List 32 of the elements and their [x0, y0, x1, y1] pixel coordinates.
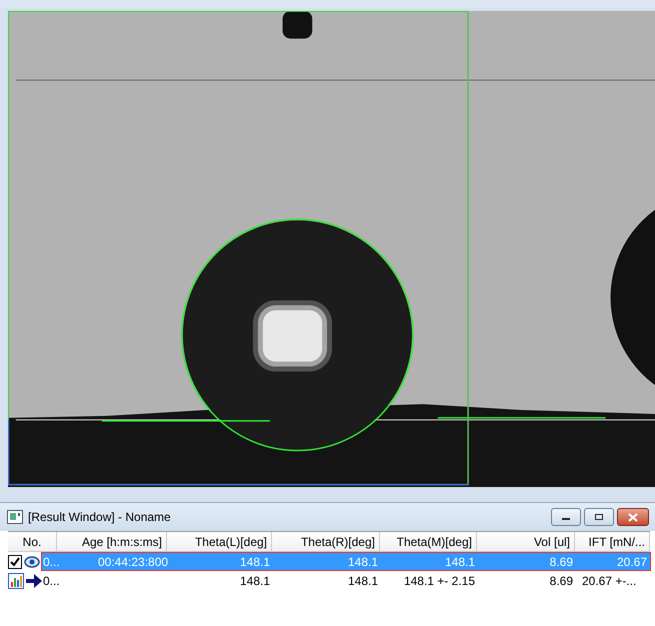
table-cell-text: 148.1 +- 2.15	[402, 574, 476, 588]
window-icon	[7, 510, 23, 524]
table-cell: 0...	[42, 574, 58, 588]
table-cell-text: 148.1	[238, 554, 271, 568]
column-header[interactable]: Theta(L)[deg]	[167, 532, 272, 552]
column-header[interactable]: Vol [ul]	[477, 532, 575, 552]
restore-icon	[594, 513, 604, 521]
table-cell-text: 8.69	[548, 554, 574, 568]
column-header[interactable]: Theta(M)[deg]	[380, 532, 477, 552]
column-header[interactable]: Theta(R)[deg]	[272, 532, 380, 552]
checkbox[interactable]	[8, 554, 22, 568]
table-cell-text: 148.1	[238, 574, 271, 588]
table-cell: 0...	[42, 554, 58, 568]
restore-button[interactable]	[584, 508, 614, 526]
column-header[interactable]: No.	[8, 532, 57, 552]
close-icon	[628, 512, 638, 522]
column-header[interactable]: IFT [mN/...	[575, 532, 650, 552]
close-button[interactable]	[617, 508, 649, 526]
bar-chart-icon	[8, 572, 24, 588]
table-row[interactable]: 0... 148.1 148.1 148.1 +- 2.15 8.69 20.67 +-...	[42, 572, 650, 589]
table-cell-text: 148.1	[346, 554, 379, 568]
table-cell-text: 8.69	[548, 574, 574, 588]
minimize-button[interactable]	[551, 508, 581, 526]
table-cell-text: 20.67	[616, 554, 648, 568]
table-cell-text: 148.1	[346, 574, 379, 588]
window-title: [Result Window] - Noname	[28, 510, 171, 524]
eye-icon	[24, 556, 40, 568]
table-cell-text: 20.67 +-...	[581, 574, 638, 588]
table-cell-text: 00:44:23:800	[97, 554, 168, 568]
column-header[interactable]: Age [h:m:s:ms]	[57, 532, 167, 552]
table-cell-text: 148.1	[444, 554, 476, 568]
arrow-icon	[26, 574, 42, 588]
